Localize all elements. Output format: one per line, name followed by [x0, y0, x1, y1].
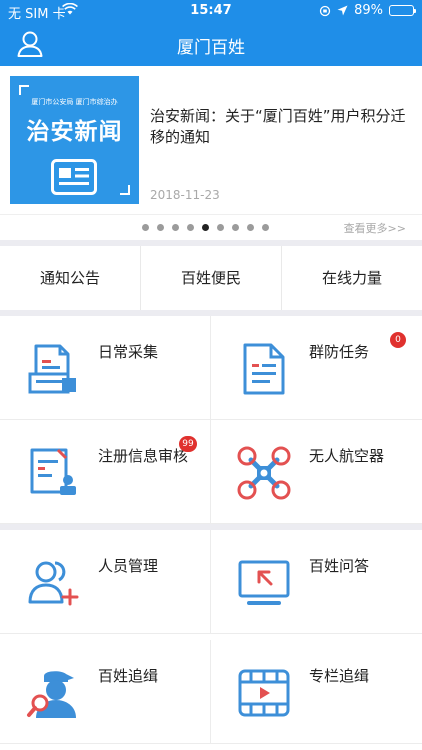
news-card[interactable]: 厦门市公安局 厦门市综治办 治安新闻 治安新闻：关于“厦门百姓”用户积分迁移的通… — [0, 66, 422, 240]
item-label: 无人航空器 — [309, 447, 385, 465]
battery-percent: 89% — [354, 3, 383, 18]
view-more-link[interactable]: 查看更多>> — [344, 220, 406, 236]
pager-dot[interactable] — [247, 224, 254, 231]
notification-badge: 99 — [179, 436, 197, 452]
function-grid-2: 人员管理 百姓问答 百姓追缉 专栏追缉 — [0, 530, 422, 750]
registration-review-icon — [30, 448, 76, 495]
tab-online-force[interactable]: 在线力量 — [282, 246, 422, 310]
column-pursuit-item[interactable]: 专栏追缉 — [211, 640, 422, 744]
thumbnail-title: 治安新闻 — [26, 119, 123, 145]
thumbnail-org-text: 厦门市公安局 厦门市综治办 — [31, 98, 118, 106]
pager-dot[interactable] — [217, 224, 224, 231]
status-bar: 无 SIM 卡 15:47 89% — [0, 0, 422, 22]
orientation-lock-icon — [319, 5, 331, 16]
pager-dot[interactable] — [142, 224, 149, 231]
daily-collection-item[interactable]: 日常采集 — [0, 316, 211, 420]
video-play-icon — [238, 669, 290, 717]
public-pursuit-item[interactable]: 百姓追缉 — [0, 640, 211, 744]
news-headline[interactable]: 治安新闻：关于“厦门百姓”用户积分迁移的通知 — [150, 106, 412, 148]
pager-dot[interactable] — [187, 224, 194, 231]
document-icon — [243, 343, 285, 395]
news-thumbnail[interactable]: 厦门市公安局 厦门市综治办 治安新闻 — [10, 76, 139, 204]
tab-public-services[interactable]: 百姓便民 — [141, 246, 282, 310]
function-grid-1: 日常采集 群防任务 0 注册信息审核 99 无人航空器 — [0, 316, 422, 524]
divider — [0, 214, 422, 215]
pager-dot[interactable] — [172, 224, 179, 231]
item-label: 百姓追缉 — [98, 667, 159, 685]
nav-bar: 厦门百姓 — [0, 22, 422, 66]
pager-dot[interactable] — [202, 224, 209, 231]
item-label: 专栏追缉 — [309, 667, 370, 685]
monitor-arrow-icon — [238, 560, 290, 605]
newspaper-icon — [51, 159, 97, 195]
pager-dot[interactable] — [232, 224, 239, 231]
tab-notices[interactable]: 通知公告 — [0, 246, 141, 310]
pager-dot[interactable] — [157, 224, 164, 231]
carousel-pager[interactable] — [142, 224, 269, 231]
registration-review-item[interactable]: 注册信息审核 99 — [0, 420, 211, 524]
add-person-icon — [28, 561, 79, 606]
drone-item[interactable]: 无人航空器 — [211, 420, 422, 524]
pager-dot[interactable] — [262, 224, 269, 231]
item-label: 百姓问答 — [309, 557, 370, 575]
page-title: 厦门百姓 — [177, 38, 245, 58]
location-icon — [337, 5, 348, 16]
notification-badge: 0 — [390, 332, 406, 348]
battery-icon — [389, 5, 416, 16]
drone-icon — [237, 446, 291, 500]
suspect-search-icon — [27, 671, 76, 718]
item-label: 人员管理 — [98, 557, 159, 575]
group-defense-task-item[interactable]: 群防任务 0 — [211, 316, 422, 420]
document-stack-icon — [28, 344, 76, 394]
public-qa-item[interactable]: 百姓问答 — [211, 530, 422, 634]
news-date: 2018-11-23 — [150, 188, 220, 202]
item-label: 日常采集 — [98, 343, 159, 361]
personnel-management-item[interactable]: 人员管理 — [0, 530, 211, 634]
category-tabs: 通知公告 百姓便民 在线力量 — [0, 246, 422, 310]
